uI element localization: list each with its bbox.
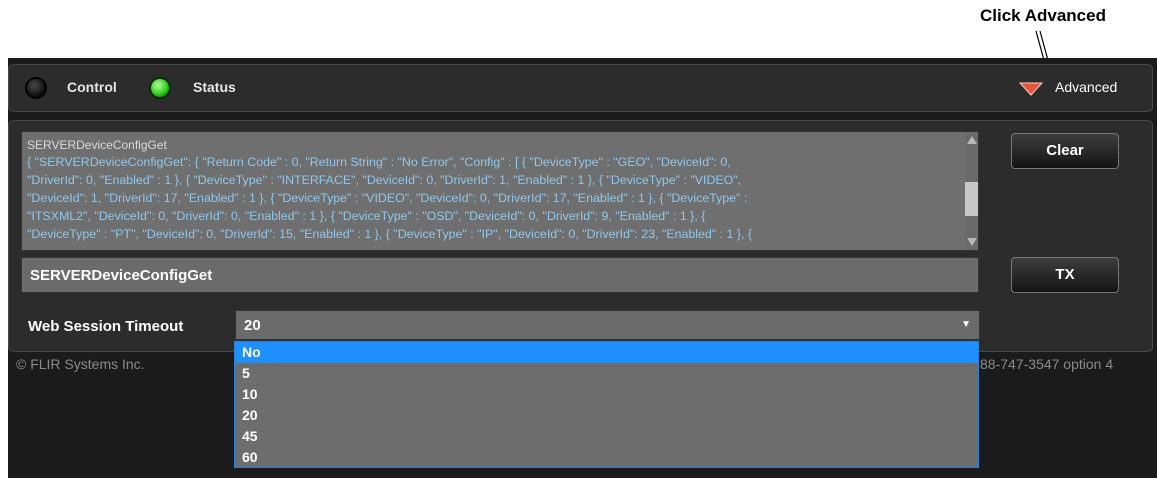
tx-button[interactable]: TX [1011,257,1119,293]
dropdown-option[interactable]: 60 [235,447,978,468]
status-label: Status [193,79,236,95]
dropdown-option[interactable]: 20 [235,405,978,426]
led-on-icon [149,77,171,99]
scroll-up-icon[interactable] [967,136,977,144]
log-line: "ITSXML2", "DeviceId": 0, "DriverId": 0,… [27,209,706,223]
timeout-selected-value: 20 [244,317,261,334]
dropdown-option[interactable]: No [235,342,978,363]
log-line: "DeviceId": 1, "DriverId": 17, "Enabled"… [27,191,748,205]
clear-button[interactable]: Clear [1011,133,1119,169]
log-scrollbar[interactable] [965,132,978,250]
led-off-icon [25,77,47,99]
scroll-thumb[interactable] [965,182,978,216]
support-phone: 88-747-3547 option 4 [980,356,1114,372]
triangle-down-icon[interactable] [1019,82,1043,96]
log-line: "DriverId": 0, "Enabled" : 1 }, { "Devic… [27,173,742,187]
timeout-label: Web Session Timeout [28,318,184,335]
copyright-text: © FLIR Systems Inc. [16,356,145,372]
log-line: { "SERVERDeviceConfigGet": { "Return Cod… [27,155,731,169]
timeout-select[interactable]: 20 ▼ [235,310,980,340]
advanced-panel: SERVERDeviceConfigGet { "SERVERDeviceCon… [8,120,1153,352]
log-body: { "SERVERDeviceConfigGet": { "Return Cod… [27,153,957,243]
top-bar: Control Status Advanced [8,64,1153,112]
advanced-toggle[interactable]: Advanced [1055,79,1117,95]
scroll-down-icon[interactable] [967,238,977,246]
dropdown-option[interactable]: 10 [235,384,978,405]
annotation-callout: Click Advanced [980,6,1106,25]
app-window: Control Status Advanced SERVERDeviceConf… [8,58,1157,478]
command-input[interactable]: SERVERDeviceConfigGet [21,257,979,293]
control-label: Control [67,79,117,95]
response-log[interactable]: SERVERDeviceConfigGet { "SERVERDeviceCon… [21,131,979,251]
dropdown-option[interactable]: 45 [235,426,978,447]
log-title: SERVERDeviceConfigGet [27,138,167,152]
dropdown-option[interactable]: 5 [235,363,978,384]
chevron-down-icon[interactable]: ▼ [961,319,971,330]
timeout-dropdown-list: No 5 10 20 45 60 [234,341,979,468]
log-line: "DeviceType" : "PT", "DeviceId": 0, "Dri… [27,227,753,241]
